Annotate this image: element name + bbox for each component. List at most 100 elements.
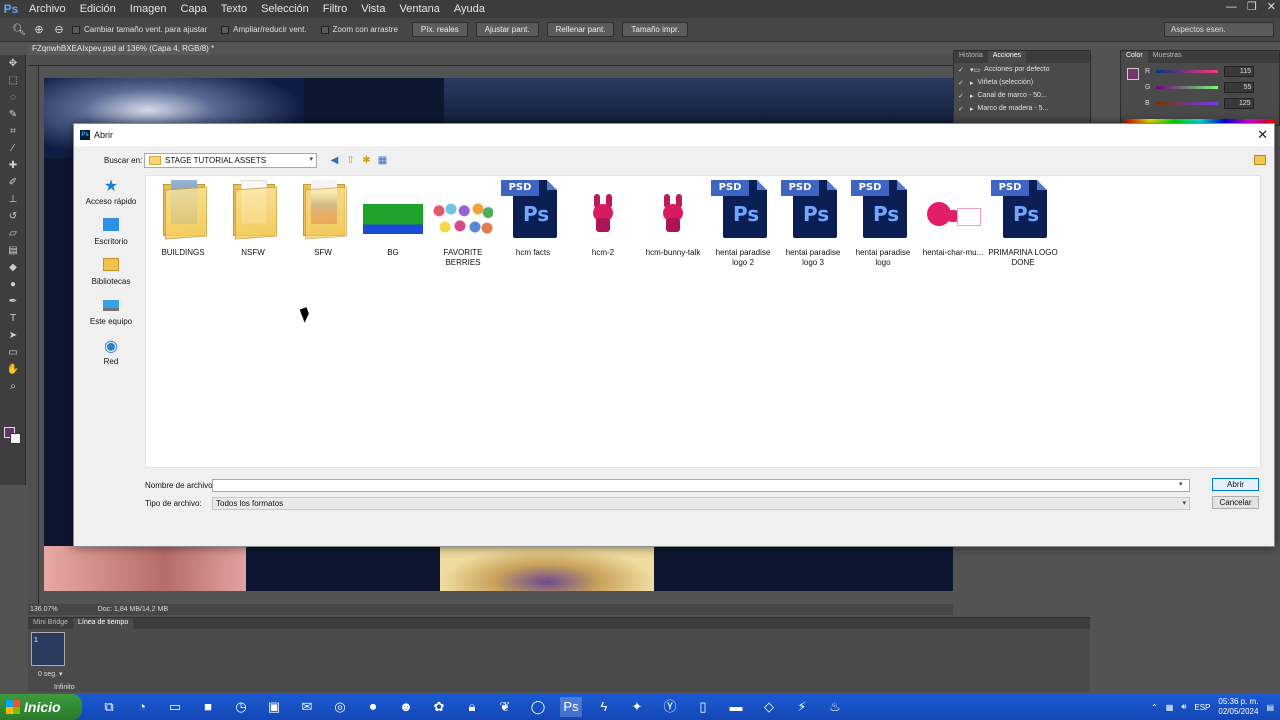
zoom-level[interactable]: 136.07% [30,606,58,613]
photoshop-taskbar-icon[interactable]: Ps [560,697,582,717]
place-this-pc[interactable]: Este equipo [81,294,141,334]
file-item[interactable]: Ps PSD hentai paradise logo [848,180,918,270]
zoom-tool-icon[interactable]: 🔍︎ [12,23,26,37]
edge-icon[interactable]: ◔ [131,697,153,717]
photos-icon[interactable]: ▣ [263,697,285,717]
discord-icon[interactable]: ☻ [395,697,417,717]
scrubby-zoom-checkbox[interactable]: Zoom con arrastre [320,25,398,34]
place-desktop[interactable]: Escritorio [81,214,141,254]
file-item[interactable]: Ps PSD hentai paradise logo 2 [708,180,778,270]
file-explorer-icon[interactable]: ▭ [164,697,186,717]
app-flash-icon[interactable]: ⚡︎ [791,697,813,717]
color-panel-foreground-swatch[interactable] [1127,68,1139,80]
new-folder-icon[interactable]: ✱ [360,154,373,167]
tab-history[interactable]: Historia [954,51,988,63]
volume-icon[interactable]: 🔊︎ [1181,702,1186,712]
type-tool-icon[interactable]: T [0,310,26,327]
menu-filtro[interactable]: Filtro [316,0,354,18]
marquee-tool-icon[interactable]: ⬚ [0,72,26,89]
action-set-row[interactable]: ✓ ▾▭ Acciones por defecto [954,63,1090,76]
notifications-icon[interactable]: ▤ [1266,703,1274,712]
start-button[interactable]: Inicio [0,694,82,720]
app-leaf-icon[interactable]: ❦ [494,697,516,717]
up-folder-icon[interactable]: ⇧ [344,154,357,167]
red-slider[interactable] [1156,69,1219,73]
file-item[interactable]: Ps PSD hentai paradise logo 3 [778,180,848,270]
chevron-down-icon[interactable]: ▾ [309,155,313,163]
file-name-input[interactable] [212,479,1190,492]
checkbox-box[interactable] [320,25,329,34]
minimize-icon[interactable]: — [1226,0,1237,14]
gradient-tool-icon[interactable]: ▤ [0,242,26,259]
checkbox-box[interactable] [221,25,230,34]
blue-slider[interactable] [1155,101,1218,105]
dodge-tool-icon[interactable]: ● [0,276,26,293]
zoom-tool-icon[interactable]: ⌕ [0,378,26,395]
app-circle-icon[interactable]: ◯ [527,697,549,717]
tray-expand-icon[interactable]: ⌃ [1151,703,1158,712]
brush-tool-icon[interactable]: ✐ [0,174,26,191]
quick-select-tool-icon[interactable]: ✎ [0,106,26,123]
crop-tool-icon[interactable]: ⌗ [0,123,26,140]
look-in-select[interactable]: STAGE TUTORIAL ASSETS ▾ [144,153,317,168]
actual-pixels-button[interactable]: Píx. reales [411,22,468,37]
zoom-in-icon[interactable]: ⊕ [32,23,46,37]
chevron-down-icon[interactable]: ▾ [1182,498,1186,509]
check-icon[interactable]: ✓ [958,66,966,74]
steam-icon[interactable]: ♨ [824,697,846,717]
restore-icon[interactable]: ❐ [1247,0,1257,14]
file-item[interactable]: Ps PSD PRIMARINA LOGO DONE [988,180,1058,270]
menu-archivo[interactable]: Archivo [22,0,73,18]
action-row[interactable]: ✓ ▸ Canal de marco - 50... [954,89,1090,102]
back-icon[interactable]: ◀ [328,154,341,167]
workspace-select[interactable]: Aspectos esen. [1164,22,1274,37]
menu-capa[interactable]: Capa [173,0,213,18]
place-network[interactable]: ◉ Red [81,334,141,374]
background-color-swatch[interactable] [10,433,21,444]
checkbox-box[interactable] [72,25,80,34]
tab-actions[interactable]: Acciones [987,51,1027,63]
tab-mini-bridge[interactable]: Mini Bridge [28,618,73,629]
chevron-down-icon[interactable]: ▾ [1179,480,1183,488]
eyedropper-tool-icon[interactable]: ⁄ [0,140,26,157]
tab-timeline[interactable]: Línea de tiempo [73,618,134,629]
green-value-field[interactable]: 55 [1224,81,1255,93]
file-item[interactable]: FAVORITE BERRIES [428,180,498,270]
clock[interactable]: 05:36 p. m. 02/05/2024 [1218,697,1258,717]
file-item[interactable]: Ps PSD hcm facts [498,180,568,270]
app-red-icon[interactable]: ✿ [428,697,450,717]
animation-frame-thumbnail[interactable]: 1 [31,632,65,666]
close-icon[interactable]: ✕ [1267,0,1276,14]
app-yellow-icon[interactable]: ■ [197,697,219,717]
menu-seleccion[interactable]: Selección [254,0,316,18]
lasso-tool-icon[interactable]: ◌ [0,89,26,106]
file-item[interactable]: SFW [288,180,358,270]
healing-tool-icon[interactable]: ✚ [0,157,26,174]
network-tray-icon[interactable]: ▦ [1166,703,1174,712]
frame-delay[interactable]: 0 seg. ▾ [38,670,63,678]
check-icon[interactable]: ✓ [958,105,966,113]
menu-texto[interactable]: Texto [214,0,254,18]
expand-arrow-icon[interactable]: ▸ [970,92,974,100]
recorder-icon[interactable]: ⏺ [362,697,384,717]
action-row[interactable]: ✓ ▸ Marco de madera - 5... [954,102,1090,115]
menu-imagen[interactable]: Imagen [123,0,174,18]
open-button[interactable]: Abrir [1212,478,1259,491]
print-size-button[interactable]: Tamaño impr. [622,22,689,37]
file-item[interactable]: hentai-char-mu... [918,180,988,270]
app-clock-icon[interactable]: ◷ [230,697,252,717]
place-quick-access[interactable]: ★ Acceso rápido [81,174,141,214]
app-pink-icon[interactable]: ✦ [626,697,648,717]
hand-tool-icon[interactable]: ✋ [0,361,26,378]
file-item[interactable]: hcm-2 [568,180,638,270]
file-item[interactable]: NSFW [218,180,288,270]
zoom-all-windows-checkbox[interactable]: Ampliar/reducir vent. [221,25,307,34]
view-menu-icon[interactable]: ▦ [376,154,389,167]
document-tab[interactable]: FZqnwhBXEAIxpev.psd al 136% (Capa 4, RGB… [28,43,214,55]
resize-window-checkbox[interactable]: Cambiar tamaño vent. para ajustar [72,25,207,34]
file-item[interactable]: hcm-bunny-talk [638,180,708,270]
task-view-icon[interactable]: ⧉ [98,697,120,717]
path-select-tool-icon[interactable]: ➤ [0,327,26,344]
menu-ayuda[interactable]: Ayuda [447,0,492,18]
eraser-tool-icon[interactable]: ▱ [0,225,26,242]
